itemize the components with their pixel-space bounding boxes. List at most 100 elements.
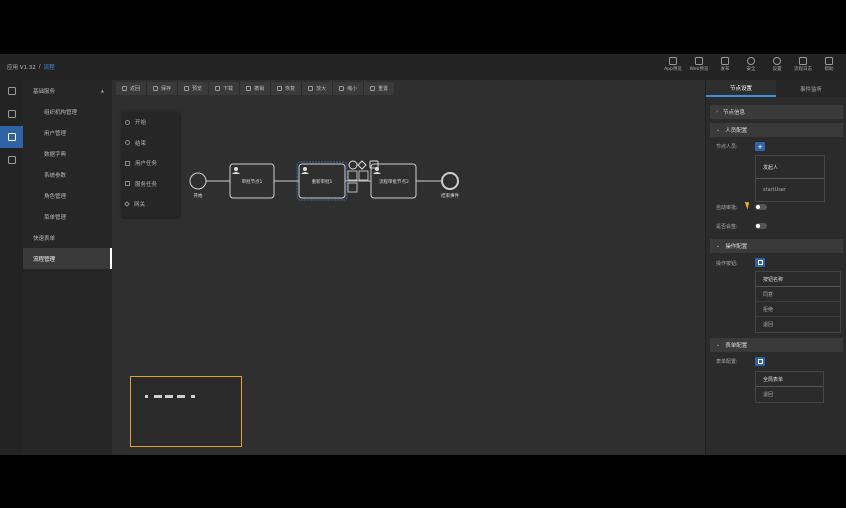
mobile-icon xyxy=(669,57,677,65)
append-gateway-icon xyxy=(357,160,367,170)
trash-icon xyxy=(358,170,369,181)
start-event[interactable]: 开始 xyxy=(189,172,207,199)
send-icon xyxy=(721,57,729,65)
section-form[interactable]: ⌄ 表单配置 xyxy=(710,338,843,352)
chevron-down-icon: ⌄ xyxy=(716,127,721,133)
task-node-3-label: 流程审批节点2 xyxy=(379,178,409,185)
section-people[interactable]: ⌄ 人员配置 xyxy=(710,123,843,137)
flow-canvas[interactable]: 返回 保存 预览 下载 撤销 恢复 放大 缩小 重置 开始 结束 用户任务 服务… xyxy=(112,80,705,455)
user-icon xyxy=(232,167,240,174)
top-tools: App预览 Web预览 发布 安全 设置 流程日志 帮助 xyxy=(660,57,842,72)
edit-icon xyxy=(757,260,763,265)
menu-item-params[interactable]: 系统参数 xyxy=(23,164,112,185)
menu-item-quick-form[interactable]: 快速表单 xyxy=(23,227,112,248)
chevron-down-icon: ⌄ xyxy=(716,243,721,249)
menu-item-users[interactable]: 用户管理 xyxy=(23,122,112,143)
tab-node-settings[interactable]: 节点设置 xyxy=(706,80,776,97)
end-event[interactable]: 结束事件 xyxy=(441,172,459,199)
add-people-button[interactable]: + xyxy=(755,142,765,151)
connect-icon xyxy=(347,182,358,193)
form-list: 全局表单 退回 xyxy=(755,371,824,403)
side-menu: 基础服务 组织机构管理 用户管理 数据字典 系统参数 角色管理 菜单管理 快速表… xyxy=(23,80,112,455)
section-node-info[interactable]: › 节点信息 xyxy=(710,105,843,119)
ops-item: 退回 xyxy=(763,322,774,328)
edit-ops-button[interactable] xyxy=(755,258,765,267)
task-node-2[interactable]: 重新审批1 xyxy=(296,161,348,201)
monitor-icon xyxy=(695,57,703,65)
tool-app-preview[interactable]: App预览 xyxy=(660,57,686,72)
tool-settings[interactable]: 设置 xyxy=(764,57,790,72)
menu-item-org[interactable]: 组织机构管理 xyxy=(23,101,112,122)
tool-help[interactable]: 帮助 xyxy=(816,57,842,72)
ops-label: 操作按钮: xyxy=(716,261,738,267)
log-icon xyxy=(799,57,807,65)
append-end-icon xyxy=(348,160,358,170)
menu-item-roles[interactable]: 角色管理 xyxy=(23,185,112,206)
desktop-icon xyxy=(7,133,16,141)
countersign-toggle[interactable] xyxy=(755,223,767,229)
top-bar: 应用 V1.32 / 流程 App预览 Web预览 发布 安全 设置 流程日志 … xyxy=(0,54,846,80)
tool-publish[interactable]: 发布 xyxy=(712,57,738,72)
plus-icon: + xyxy=(757,142,763,151)
menu-item-dict[interactable]: 数据字典 xyxy=(23,143,112,164)
minimap-node xyxy=(145,395,148,398)
app-window: 应用 V1.32 / 流程 App预览 Web预览 发布 安全 设置 流程日志 … xyxy=(0,54,846,455)
form-item: 退回 xyxy=(763,392,774,398)
section-operations[interactable]: ⌄ 操作配置 xyxy=(710,239,843,253)
properties-panel: 节点设置 事件监听 › 节点信息 ⌄ 人员配置 节点人员: + 发起人 star… xyxy=(705,80,846,455)
edit-icon xyxy=(757,359,763,364)
start-event-label: 开始 xyxy=(194,192,203,199)
people-item: 发起人 xyxy=(756,156,824,179)
ops-item: 拒绝 xyxy=(756,302,840,317)
rail-item-components[interactable] xyxy=(0,103,23,125)
context-pad[interactable] xyxy=(347,160,379,193)
auto-approve-label: 自动审批: xyxy=(716,205,738,211)
puzzle-icon xyxy=(7,110,16,118)
minimap[interactable] xyxy=(130,376,242,447)
help-icon xyxy=(825,57,833,65)
form-label: 表单配置: xyxy=(716,359,738,365)
grid-icon xyxy=(7,87,16,95)
edit-form-button[interactable] xyxy=(755,357,765,366)
rail-item-system[interactable] xyxy=(0,126,23,148)
minimap-node xyxy=(154,395,162,398)
menu-group-basic[interactable]: 基础服务 xyxy=(23,80,112,101)
tab-event-listeners[interactable]: 事件监听 xyxy=(776,80,846,97)
task-node-2-label: 重新审批1 xyxy=(312,178,333,185)
form-item: 全局表单 xyxy=(756,372,823,387)
tool-security[interactable]: 安全 xyxy=(738,57,764,72)
back-label: 应用 V1.32 xyxy=(7,65,36,71)
auto-approve-toggle[interactable] xyxy=(755,204,767,210)
properties-tabs: 节点设置 事件监听 xyxy=(706,80,846,97)
chevron-down-icon: ⌄ xyxy=(716,342,721,348)
minimap-node xyxy=(165,395,173,398)
ops-item: 按钮名称 xyxy=(756,272,840,287)
countersign-label: 是否会签: xyxy=(716,224,738,230)
wrench-icon xyxy=(347,170,358,181)
rail-item-packages[interactable] xyxy=(0,149,23,171)
menu-item-flow[interactable]: 流程管理 xyxy=(23,248,112,269)
minimap-node xyxy=(191,395,195,398)
cube-icon xyxy=(7,156,16,164)
tool-flow-log[interactable]: 流程日志 xyxy=(790,57,816,72)
people-item: startUser xyxy=(763,187,787,193)
ops-list: 按钮名称 同意 拒绝 退回 xyxy=(755,271,841,333)
user-icon xyxy=(301,167,309,174)
ops-item: 同意 xyxy=(756,287,840,302)
task-node-1-label: 审批节点1 xyxy=(242,178,263,185)
left-rail xyxy=(0,80,23,455)
end-event-label: 结束事件 xyxy=(441,192,459,199)
breadcrumb-current[interactable]: 流程 xyxy=(44,63,55,71)
shield-icon xyxy=(747,57,755,65)
menu-item-menus[interactable]: 菜单管理 xyxy=(23,206,112,227)
gear-icon xyxy=(773,57,781,65)
breadcrumb-separator: / xyxy=(38,64,41,70)
chevron-right-icon: › xyxy=(716,109,718,115)
task-node-1[interactable]: 审批节点1 xyxy=(229,163,275,199)
tool-web-preview[interactable]: Web预览 xyxy=(686,57,712,72)
minimap-node xyxy=(177,395,185,398)
back-link[interactable]: 应用 V1.32 / 流程 xyxy=(7,63,55,71)
rail-item-apps[interactable] xyxy=(0,80,23,102)
node-people-label: 节点人员: xyxy=(716,144,738,150)
task-node-3[interactable]: 流程审批节点2 xyxy=(370,163,417,199)
